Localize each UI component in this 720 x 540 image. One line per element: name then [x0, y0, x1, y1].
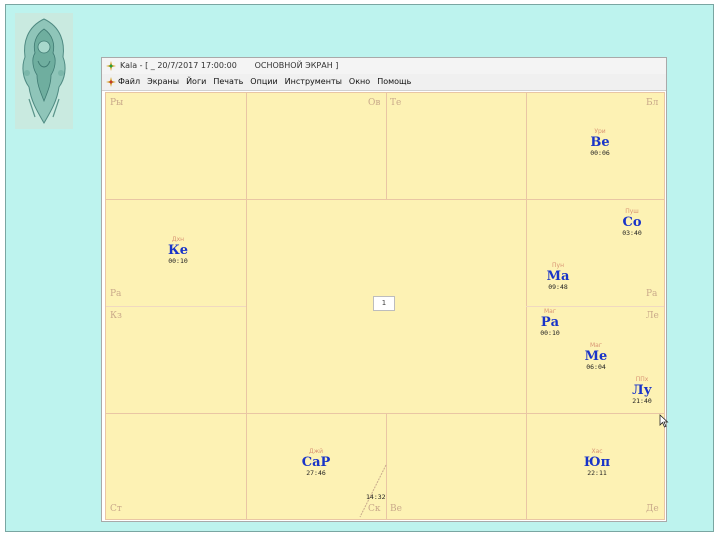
time-label: 14:32: [366, 493, 386, 501]
menu-item-help[interactable]: Помощь: [377, 74, 411, 90]
planet-sun[interactable]: Пуш Со 03:40: [616, 209, 648, 237]
house-label: Ле: [646, 311, 659, 321]
slide-background: Kala - [ _ 20/7/2017 17:00:00 ОСНОВНОЙ Э…: [5, 4, 714, 532]
grid-line: [246, 199, 247, 413]
ganesha-ornament-icon: [15, 13, 73, 129]
grid-line: [526, 306, 664, 307]
planet-venus[interactable]: Ури Ве 00:06: [584, 129, 616, 157]
planet-name: Лу: [632, 383, 652, 398]
house-label: Ст: [110, 504, 122, 514]
planet-moon[interactable]: ППх Лу 21:40: [626, 377, 658, 405]
planet-degree: 21:40: [632, 397, 652, 405]
planet-degree: 00:10: [540, 329, 560, 337]
house-label: Ве: [390, 504, 402, 514]
grid-line: [386, 93, 387, 199]
planet-name: Ке: [167, 243, 189, 258]
kala-app-window: Kala - [ _ 20/7/2017 17:00:00 ОСНОВНОЙ Э…: [101, 57, 669, 522]
planet-degree: 00:10: [168, 257, 188, 265]
planet-degree: 00:06: [590, 149, 610, 157]
planet-degree: 09:48: [548, 283, 568, 291]
window-title: Kala - [ _ 20/7/2017 17:00:00 ОСНОВНОЙ Э…: [120, 61, 339, 70]
house-label: Ры: [110, 98, 124, 108]
menu-item-yogas[interactable]: Йоги: [186, 74, 206, 90]
planet-degree: 03:40: [622, 229, 642, 237]
planet-mars[interactable]: Пун Ма 09:48: [542, 263, 574, 291]
planet-name: Юп: [583, 455, 611, 470]
planet-saturn-retro[interactable]: Джй СаР 27:46: [296, 449, 336, 477]
house-label: Те: [390, 98, 402, 108]
house-label: Бл: [646, 98, 659, 108]
planet-degree: 27:46: [306, 469, 326, 477]
grid-line: [106, 413, 664, 414]
planet-mercury[interactable]: Маг Ме 06:04: [580, 343, 612, 371]
planet-degree: 06:04: [586, 363, 606, 371]
menu-item-screens[interactable]: Экраны: [147, 74, 179, 90]
planet-jupiter[interactable]: Хас Юп 22:11: [580, 449, 614, 477]
grid-line: [246, 413, 247, 519]
ganesha-ornament-image: [15, 13, 73, 129]
menu-item-file[interactable]: Файл: [118, 74, 140, 90]
kala-menu-icon[interactable]: [106, 77, 116, 93]
planet-ketu[interactable]: Дхн Ке 00:10: [162, 237, 194, 265]
menu-item-print[interactable]: Печать: [213, 74, 243, 90]
south-indian-chart[interactable]: Ры Ов Те Бл Ра Ра Кз Ле Ст Ск Ве Де Ури …: [105, 92, 669, 520]
house-label: Ск: [368, 504, 381, 514]
mouse-pointer-icon: [659, 413, 669, 432]
house-label: Ра: [110, 289, 122, 299]
house-label: Кз: [110, 311, 122, 321]
planet-name: Ма: [546, 269, 570, 284]
planet-name: Ве: [590, 135, 610, 150]
planet-name: Ра: [540, 315, 560, 330]
planet-rahu[interactable]: Маг Ра 00:10: [534, 309, 566, 337]
planet-name: СаР: [301, 455, 331, 470]
center-box[interactable]: 1: [373, 296, 395, 311]
planet-degree: 22:11: [587, 469, 607, 477]
house-label: Де: [646, 504, 659, 514]
planet-name: Со: [622, 215, 642, 230]
grid-line: [246, 93, 247, 199]
grid-line: [106, 199, 664, 200]
house-label: Ра: [646, 289, 658, 299]
menu-item-options[interactable]: Опции: [250, 74, 277, 90]
house-label: Ов: [368, 98, 381, 108]
title-bar: Kala - [ _ 20/7/2017 17:00:00 ОСНОВНОЙ Э…: [102, 58, 666, 75]
grid-line: [106, 306, 246, 307]
planet-name: Ме: [584, 349, 608, 364]
menu-item-window[interactable]: Окно: [349, 74, 370, 90]
menu-bar: Файл Экраны Йоги Печать Опции Инструмент…: [102, 74, 666, 91]
menu-item-tools[interactable]: Инструменты: [285, 74, 342, 90]
